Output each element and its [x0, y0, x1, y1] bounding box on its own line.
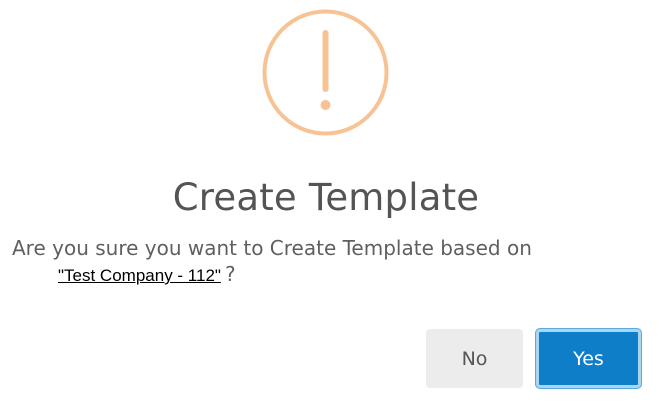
dialog-title: Create Template [172, 176, 480, 219]
no-button[interactable]: No [426, 329, 523, 388]
dialog-message: Are you sure you want to Create Template… [12, 236, 532, 260]
question-mark: ? [224, 262, 236, 286]
target-name-link[interactable]: "Test Company - 112" [58, 266, 221, 285]
yes-button[interactable]: Yes [536, 329, 641, 388]
confirm-dialog: Create Template Are you sure you want to… [0, 0, 659, 410]
exclamation-circle-icon [262, 9, 389, 136]
message-target-line: "Test Company - 112"? [58, 262, 236, 286]
